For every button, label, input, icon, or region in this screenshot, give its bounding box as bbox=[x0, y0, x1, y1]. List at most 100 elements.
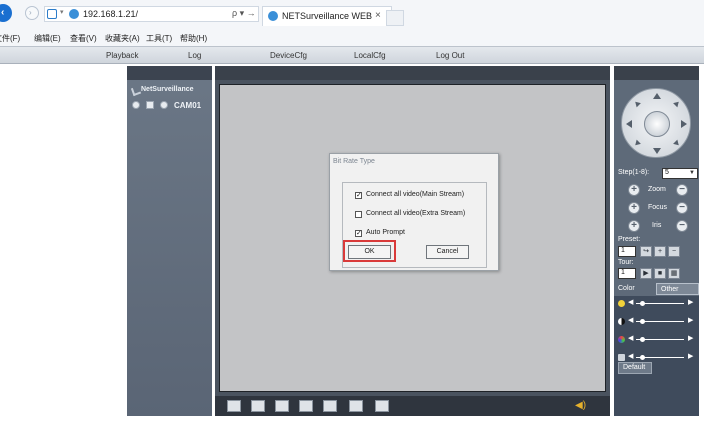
panel-header bbox=[215, 66, 610, 80]
chevron-down-icon[interactable]: ▾ bbox=[60, 8, 64, 16]
brightness-slider[interactable]: ◀ ▶ bbox=[618, 298, 698, 310]
option-label: Connect all video(Main Stream) bbox=[366, 191, 465, 198]
decrease-icon[interactable]: ◀ bbox=[628, 316, 633, 324]
tour-play-icon[interactable]: ▶ bbox=[640, 268, 652, 279]
ptz-center-button[interactable] bbox=[644, 111, 670, 137]
checkbox-checked-icon[interactable]: ✓ bbox=[355, 230, 362, 237]
slider-knob[interactable] bbox=[640, 301, 645, 306]
remove-preset-icon[interactable]: − bbox=[668, 246, 680, 257]
nav-localcfg[interactable]: LocalCfg bbox=[354, 51, 386, 60]
panel-header bbox=[127, 66, 212, 80]
zoom-in-button[interactable]: + bbox=[628, 184, 640, 196]
increase-icon[interactable]: ▶ bbox=[688, 352, 693, 360]
address-text[interactable]: 192.168.1.21/ bbox=[83, 9, 138, 19]
iris-close-button[interactable]: − bbox=[676, 220, 688, 232]
nav-devicecfg[interactable]: DeviceCfg bbox=[270, 51, 307, 60]
tab-other[interactable]: Other bbox=[656, 283, 699, 295]
focus-out-button[interactable]: − bbox=[676, 202, 688, 214]
tour-label: Tour: bbox=[618, 259, 634, 266]
arrow-down-left-icon[interactable] bbox=[633, 139, 641, 148]
tree-root[interactable]: NetSurveillance bbox=[130, 85, 212, 97]
option-auto-prompt[interactable]: ✓ Auto Prompt bbox=[355, 229, 485, 239]
preset-input[interactable]: 1 bbox=[618, 246, 636, 257]
tab-close-icon[interactable]: × bbox=[375, 10, 381, 21]
record-icon[interactable] bbox=[132, 101, 140, 109]
slider-knob[interactable] bbox=[640, 337, 645, 342]
cancel-button[interactable]: Cancel bbox=[426, 245, 469, 259]
option-main-stream[interactable]: ✓ Connect all video(Main Stream) bbox=[355, 191, 485, 201]
camera-item[interactable]: CAM01 bbox=[132, 100, 212, 112]
arrow-down-right-icon[interactable] bbox=[673, 139, 681, 148]
nav-logout[interactable]: Log Out bbox=[436, 51, 464, 60]
slider-knob[interactable] bbox=[640, 355, 645, 360]
ptz-direction-pad[interactable] bbox=[621, 88, 691, 158]
menu-help[interactable]: 帮助(H) bbox=[180, 33, 207, 44]
tour-grid-icon[interactable]: ▦ bbox=[668, 268, 680, 279]
sixteen-view-icon[interactable] bbox=[323, 400, 337, 412]
goto-preset-icon[interactable]: ↪ bbox=[640, 246, 652, 257]
iris-row: + Iris − bbox=[628, 220, 698, 234]
option-label: Auto Prompt bbox=[366, 229, 405, 236]
back-button[interactable]: ‹ bbox=[0, 4, 12, 22]
play-icon[interactable] bbox=[146, 101, 154, 109]
forward-button[interactable]: › bbox=[25, 6, 39, 20]
tour-stop-icon[interactable]: ■ bbox=[654, 268, 666, 279]
tour-input[interactable]: 1 bbox=[618, 268, 636, 279]
increase-icon[interactable]: ▶ bbox=[688, 334, 693, 342]
single-view-icon[interactable] bbox=[251, 400, 265, 412]
increase-icon[interactable]: ▶ bbox=[688, 298, 693, 306]
iris-open-button[interactable]: + bbox=[628, 220, 640, 232]
camera-label[interactable]: CAM01 bbox=[174, 101, 201, 110]
tab-color[interactable]: Color bbox=[614, 283, 654, 295]
stop-all-icon[interactable] bbox=[375, 400, 389, 412]
quad-view-icon[interactable] bbox=[275, 400, 289, 412]
ok-button[interactable]: OK bbox=[348, 245, 391, 259]
decrease-icon[interactable]: ◀ bbox=[628, 298, 633, 306]
speaker-icon[interactable]: ◀) bbox=[575, 400, 591, 412]
nav-playback[interactable]: Playback bbox=[106, 51, 138, 60]
video-toolbar: ◀) bbox=[215, 396, 610, 416]
default-button[interactable]: Default bbox=[618, 362, 652, 374]
decrease-icon[interactable]: ◀ bbox=[628, 334, 633, 342]
contrast-icon bbox=[618, 318, 625, 325]
menu-tools[interactable]: 工具(T) bbox=[146, 33, 172, 44]
browser-tab[interactable]: NETSurveillance WEB × bbox=[262, 6, 392, 26]
decrease-icon[interactable]: ◀ bbox=[628, 352, 633, 360]
menu-view[interactable]: 查看(V) bbox=[70, 33, 97, 44]
fullscreen-icon[interactable] bbox=[227, 400, 241, 412]
focus-label: Focus bbox=[648, 204, 668, 211]
zoom-out-button[interactable]: − bbox=[676, 184, 688, 196]
new-tab-button[interactable] bbox=[386, 10, 404, 26]
ptz-panel: Step(1-8): 5 ▼ + Zoom − + Focus − + Iris… bbox=[614, 66, 699, 416]
contrast-slider[interactable]: ◀ ▶ bbox=[618, 316, 698, 328]
checkbox-checked-icon[interactable]: ✓ bbox=[355, 192, 362, 199]
arrow-up-right-icon[interactable] bbox=[673, 99, 681, 108]
saturation-slider[interactable]: ◀ ▶ bbox=[618, 334, 698, 346]
nine-view-icon[interactable] bbox=[299, 400, 313, 412]
step-select[interactable]: 5 ▼ bbox=[662, 168, 698, 179]
increase-icon[interactable]: ▶ bbox=[688, 316, 693, 324]
slider-knob[interactable] bbox=[640, 319, 645, 324]
arrow-left-icon[interactable] bbox=[626, 120, 632, 128]
option-label: Connect all video(Extra Stream) bbox=[366, 210, 466, 217]
nav-log[interactable]: Log bbox=[188, 51, 201, 60]
arrow-up-icon[interactable] bbox=[653, 93, 661, 99]
menu-favorites[interactable]: 收藏夹(A) bbox=[105, 33, 140, 44]
focus-in-button[interactable]: + bbox=[628, 202, 640, 214]
tree-root-label: NetSurveillance bbox=[141, 86, 194, 93]
step-row: Step(1-8): 5 ▼ bbox=[618, 168, 698, 180]
menu-file[interactable]: 文件(F) bbox=[0, 33, 20, 44]
camera-icon[interactable] bbox=[160, 101, 168, 109]
arrow-right-icon[interactable] bbox=[681, 120, 687, 128]
search-icon[interactable]: ρ ▾ → bbox=[232, 8, 256, 19]
add-preset-icon[interactable]: + bbox=[654, 246, 666, 257]
menu-edit[interactable]: 编辑(E) bbox=[34, 33, 61, 44]
address-bar[interactable]: ▾ 192.168.1.21/ bbox=[44, 6, 259, 22]
option-extra-stream[interactable]: Connect all video(Extra Stream) bbox=[355, 210, 485, 220]
step-label: Step(1-8): bbox=[618, 169, 650, 176]
back-arrow-icon: ‹ bbox=[1, 7, 5, 18]
arrow-down-icon[interactable] bbox=[653, 148, 661, 154]
record-all-icon[interactable] bbox=[349, 400, 363, 412]
arrow-up-left-icon[interactable] bbox=[633, 99, 641, 108]
checkbox-unchecked-icon[interactable] bbox=[355, 211, 362, 218]
